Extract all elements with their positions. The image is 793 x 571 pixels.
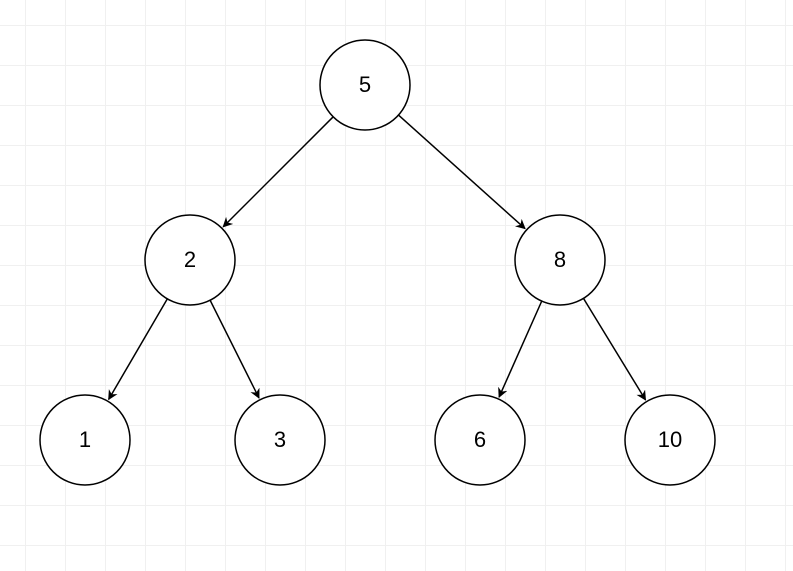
tree-diagram <box>0 0 793 571</box>
tree-edge <box>109 299 168 400</box>
tree-edge <box>210 300 259 398</box>
tree-node <box>435 395 525 485</box>
tree-node <box>145 215 235 305</box>
tree-node <box>515 215 605 305</box>
tree-node <box>235 395 325 485</box>
tree-edge <box>499 301 542 397</box>
tree-node <box>40 395 130 485</box>
tree-node <box>320 40 410 130</box>
tree-edge <box>223 117 333 227</box>
tree-node <box>625 395 715 485</box>
tree-edge <box>583 298 645 399</box>
tree-edge <box>398 115 525 229</box>
